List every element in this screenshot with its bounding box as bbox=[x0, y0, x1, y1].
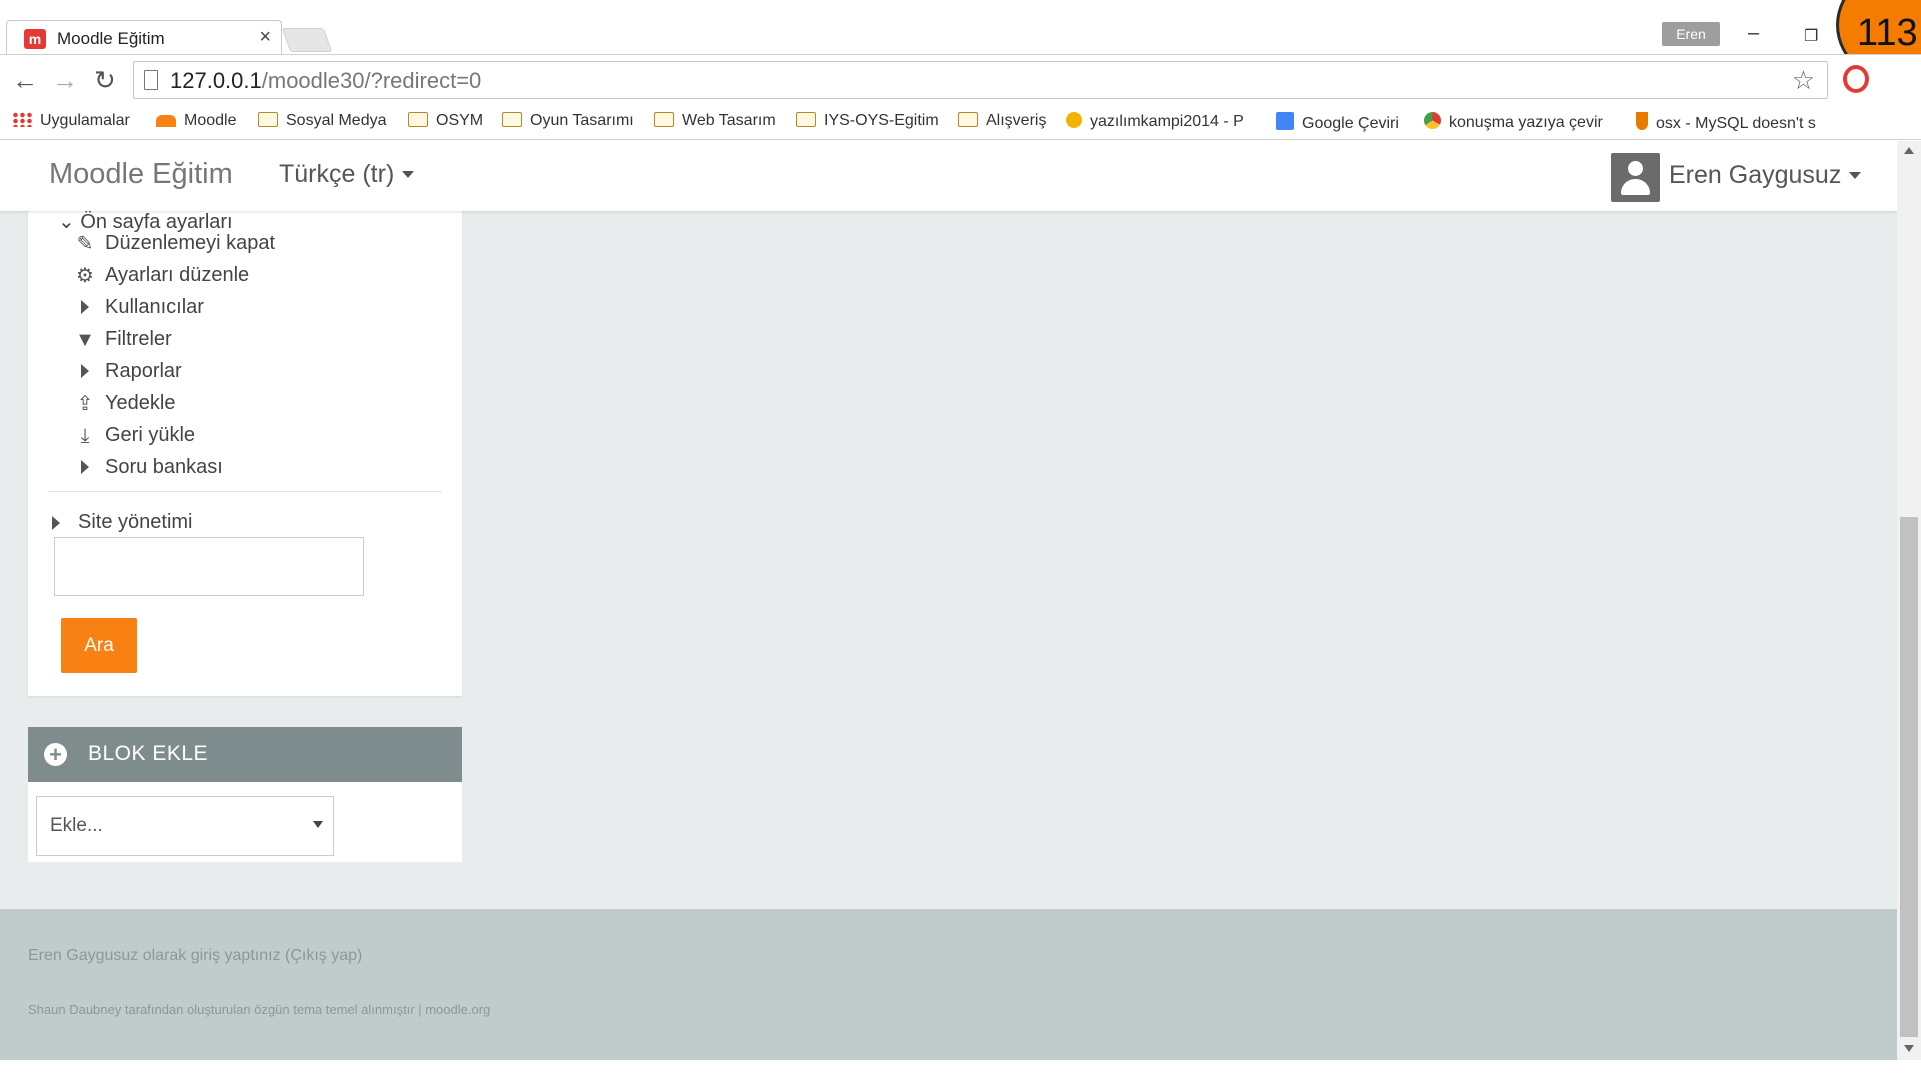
bookmark-iys-oys-egitim[interactable]: IYS-OYS-Egitim bbox=[796, 112, 939, 130]
minimize-icon[interactable]: – bbox=[1748, 22, 1759, 45]
pencil-icon: ✎ bbox=[76, 233, 94, 255]
add-block-title: BLOK EKLE bbox=[88, 742, 209, 765]
language-label: Türkçe (tr) bbox=[279, 160, 395, 188]
login-info[interactable]: Eren Gaygusuz olarak giriş yaptınız (Çık… bbox=[28, 947, 362, 965]
bookmark-moodle[interactable]: Moodle bbox=[156, 112, 236, 130]
reload-icon[interactable]: ↻ bbox=[94, 65, 116, 96]
frontpage-settings-item[interactable]: ⌄ Ön sayfa ayarları bbox=[58, 209, 233, 234]
caret-down-icon bbox=[1849, 172, 1862, 179]
page-viewport: Moodle Eğitim Türkçe (tr) Eren Gaygusuz … bbox=[0, 141, 1897, 1060]
folder-icon bbox=[502, 112, 522, 127]
url-path: /moodle30/?redirect=0 bbox=[261, 68, 482, 93]
scroll-up-arrow-icon[interactable] bbox=[1904, 147, 1914, 154]
expand-arrow-icon bbox=[52, 516, 60, 530]
expand-arrow-icon bbox=[81, 364, 89, 378]
window-bottom-strip bbox=[0, 1060, 1921, 1080]
bookmark-osym[interactable]: OSYM bbox=[408, 112, 483, 130]
bookmark-google-ceviri[interactable]: Google Çeviri bbox=[1276, 112, 1399, 133]
browser-toolbar: ← → ↻ 127.0.0.1/moodle30/?redirect=0 ☆ bbox=[0, 54, 1921, 106]
scrollbar-thumb[interactable] bbox=[1900, 517, 1918, 1037]
administration-block: ⌄ Ön sayfa ayarları ✎ Düzenlemeyi kapat … bbox=[28, 191, 462, 696]
restore-window-icon[interactable]: ❐ bbox=[1804, 26, 1818, 46]
page-footer: Eren Gaygusuz olarak giriş yaptınız (Çık… bbox=[0, 909, 1897, 1060]
gear-icon: ⚙ bbox=[76, 265, 94, 287]
back-arrow-icon[interactable]: ← bbox=[12, 65, 38, 96]
bookmark-oyun-tasarimi[interactable]: Oyun Tasarımı bbox=[502, 112, 634, 130]
language-menu[interactable]: Türkçe (tr) bbox=[279, 160, 415, 189]
forward-arrow-icon[interactable]: → bbox=[52, 65, 78, 96]
folder-icon bbox=[654, 112, 674, 127]
close-tab-icon[interactable]: × bbox=[259, 26, 271, 49]
url-host: 127.0.0.1 bbox=[170, 68, 262, 93]
folder-icon bbox=[958, 112, 978, 127]
bookmark-yazilimkampi[interactable]: yazılımkampi2014 - P bbox=[1066, 112, 1244, 131]
folder-icon bbox=[408, 112, 428, 127]
search-button[interactable]: Ara bbox=[61, 618, 137, 673]
plus-circle-icon: + bbox=[44, 743, 67, 766]
url-text[interactable]: 127.0.0.1/moodle30/?redirect=0 bbox=[170, 68, 481, 94]
tab-title: Moodle Eğitim bbox=[57, 29, 165, 48]
opera-extension-icon[interactable] bbox=[1843, 65, 1869, 93]
bookmark-osx-mysql[interactable]: osx - MySQL doesn't s bbox=[1636, 112, 1816, 133]
site-brand[interactable]: Moodle Eğitim bbox=[49, 158, 233, 191]
cat-icon bbox=[1066, 112, 1082, 128]
admin-search-input[interactable] bbox=[54, 537, 364, 596]
bookmark-konusma-yaziya[interactable]: konuşma yazıya çevir bbox=[1424, 112, 1603, 132]
moodle-favicon-icon: m bbox=[24, 29, 46, 49]
browser-tabstrip: m Moodle Eğitim × Eren – ❐ 113 bbox=[0, 0, 1921, 90]
bookmark-star-icon[interactable]: ☆ bbox=[1792, 65, 1815, 96]
browser-tab[interactable]: m Moodle Eğitim × bbox=[6, 20, 282, 54]
moodle-icon bbox=[156, 115, 176, 127]
page-icon bbox=[144, 70, 158, 90]
expand-arrow-icon bbox=[81, 460, 89, 474]
moodle-navbar: Moodle Eğitim Türkçe (tr) Eren Gaygusuz bbox=[0, 141, 1897, 211]
divider bbox=[48, 491, 442, 492]
add-block-header: + BLOK EKLE bbox=[28, 727, 462, 782]
download-icon: ⤓ bbox=[80, 425, 90, 447]
add-block-panel: + BLOK EKLE Ekle... bbox=[28, 727, 462, 862]
select-value: Ekle... bbox=[50, 815, 103, 836]
google-translate-icon bbox=[1276, 112, 1294, 130]
bookmark-web-tasarim[interactable]: Web Tasarım bbox=[654, 112, 776, 130]
address-bar[interactable]: 127.0.0.1/moodle30/?redirect=0 ☆ bbox=[133, 61, 1828, 99]
user-avatar-icon[interactable] bbox=[1611, 153, 1660, 202]
apps-grid-icon bbox=[12, 112, 32, 127]
theme-credit[interactable]: Shaun Daubney tarafından oluşturulan özg… bbox=[28, 1002, 490, 1017]
user-name: Eren Gaygusuz bbox=[1669, 161, 1842, 189]
folder-icon bbox=[258, 112, 278, 127]
page-scrollbar[interactable] bbox=[1897, 141, 1921, 1060]
dropdown-arrow-icon bbox=[313, 821, 323, 828]
bookmark-sosyal-medya[interactable]: Sosyal Medya bbox=[258, 112, 387, 130]
upload-icon: ⇪ bbox=[76, 393, 94, 415]
site-administration-item[interactable]: Site yönetimi bbox=[52, 511, 193, 534]
caret-down-icon bbox=[402, 171, 415, 178]
java-icon bbox=[1636, 112, 1648, 130]
counter-text: 113 bbox=[1857, 12, 1918, 54]
user-menu[interactable]: Eren Gaygusuz bbox=[1669, 161, 1862, 190]
bookmark-alisveris[interactable]: Alışveriş bbox=[958, 112, 1046, 130]
filter-icon: ▼ bbox=[75, 329, 95, 351]
expand-arrow-icon bbox=[81, 300, 89, 314]
add-block-select[interactable]: Ekle... bbox=[36, 796, 334, 856]
profile-badge[interactable]: Eren bbox=[1662, 22, 1720, 46]
bookmarks-bar: Uygulamalar Moodle Sosyal Medya OSYM Oyu… bbox=[0, 106, 1921, 140]
folder-icon bbox=[796, 112, 816, 127]
new-tab-button[interactable] bbox=[281, 28, 333, 52]
bookmark-uygulamalar[interactable]: Uygulamalar bbox=[12, 112, 130, 130]
scroll-down-arrow-icon[interactable] bbox=[1904, 1045, 1914, 1052]
chrome-icon bbox=[1424, 112, 1441, 129]
